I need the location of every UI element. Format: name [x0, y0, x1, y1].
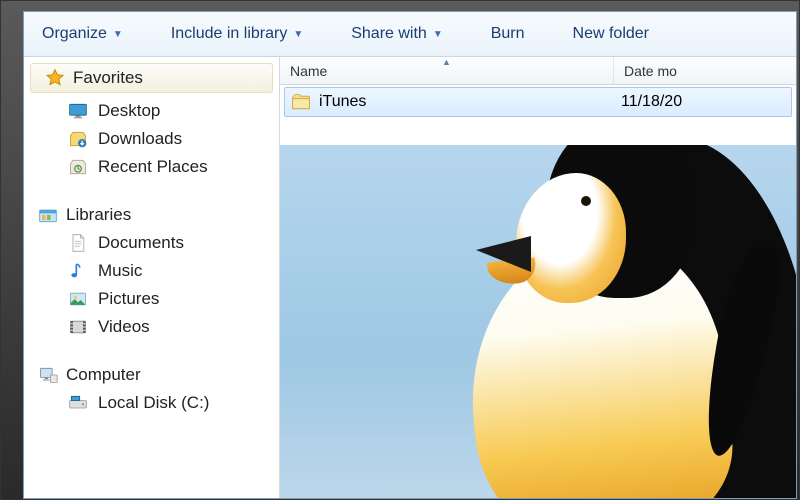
new-folder-button[interactable]: New folder [573, 25, 649, 43]
sidebar-item-label: Desktop [98, 101, 160, 121]
videos-icon [68, 317, 88, 337]
pictures-icon [68, 289, 88, 309]
window-frame: Organize ▼ Include in library ▼ Share wi… [0, 0, 800, 500]
include-label: Include in library [171, 25, 288, 43]
sidebar-item-documents[interactable]: Documents [24, 229, 279, 257]
body: Favorites Desktop Downloads [24, 57, 796, 498]
sidebar-item-desktop[interactable]: Desktop [24, 97, 279, 125]
sidebar-item-downloads[interactable]: Downloads [24, 125, 279, 153]
share-label: Share with [351, 25, 427, 43]
libraries-icon [38, 205, 58, 225]
column-date-label: Date mo [624, 63, 677, 79]
sidebar-item-videos[interactable]: Videos [24, 313, 279, 341]
favorites-header[interactable]: Favorites [30, 63, 273, 93]
libraries-header[interactable]: Libraries [24, 201, 279, 229]
column-headers: Name ▲ Date mo [280, 57, 796, 85]
chevron-down-icon: ▼ [113, 29, 123, 40]
organize-label: Organize [42, 25, 107, 43]
computer-icon [38, 365, 58, 385]
star-icon [45, 68, 65, 88]
column-name[interactable]: Name ▲ [280, 57, 614, 84]
chevron-down-icon: ▼ [293, 29, 303, 40]
folder-icon [291, 92, 311, 112]
sidebar-item-recent-places[interactable]: Recent Places [24, 153, 279, 181]
preview-pane [280, 145, 796, 498]
computer-label: Computer [66, 365, 141, 385]
file-date: 11/18/20 [611, 93, 791, 111]
share-with-menu[interactable]: Share with ▼ [351, 25, 443, 43]
navigation-pane: Favorites Desktop Downloads [24, 57, 280, 498]
burn-label: Burn [491, 25, 525, 43]
include-in-library-menu[interactable]: Include in library ▼ [171, 25, 303, 43]
explorer-window: Organize ▼ Include in library ▼ Share wi… [23, 11, 797, 499]
sidebar-item-pictures[interactable]: Pictures [24, 285, 279, 313]
sidebar-item-label: Downloads [98, 129, 182, 149]
sidebar-item-local-disk-c[interactable]: Local Disk (C:) [24, 389, 279, 417]
sidebar-item-label: Videos [98, 317, 150, 337]
file-list: iTunes 11/18/20 [280, 85, 796, 498]
music-icon [68, 261, 88, 281]
downloads-icon [68, 129, 88, 149]
favorites-label: Favorites [73, 68, 143, 88]
documents-icon [68, 233, 88, 253]
computer-header[interactable]: Computer [24, 361, 279, 389]
sort-ascending-icon: ▲ [442, 57, 451, 67]
libraries-label: Libraries [66, 205, 131, 225]
desktop-icon [68, 101, 88, 121]
command-bar: Organize ▼ Include in library ▼ Share wi… [24, 12, 796, 57]
sidebar-item-label: Documents [98, 233, 184, 253]
column-date-modified[interactable]: Date mo [614, 57, 796, 84]
newfolder-label: New folder [573, 25, 649, 43]
sidebar-item-label: Music [98, 261, 142, 281]
drive-icon [68, 393, 88, 413]
sidebar-item-label: Local Disk (C:) [98, 393, 209, 413]
burn-button[interactable]: Burn [491, 25, 525, 43]
sidebar-item-music[interactable]: Music [24, 257, 279, 285]
file-name: iTunes [319, 93, 366, 111]
penguin-image [446, 145, 796, 498]
sidebar-item-label: Recent Places [98, 157, 208, 177]
organize-menu[interactable]: Organize ▼ [42, 25, 123, 43]
content-pane: Name ▲ Date mo iTunes [280, 57, 796, 498]
sidebar-item-label: Pictures [98, 289, 159, 309]
column-name-label: Name [290, 63, 327, 79]
list-item[interactable]: iTunes 11/18/20 [284, 87, 792, 117]
chevron-down-icon: ▼ [433, 29, 443, 40]
recent-places-icon [68, 157, 88, 177]
